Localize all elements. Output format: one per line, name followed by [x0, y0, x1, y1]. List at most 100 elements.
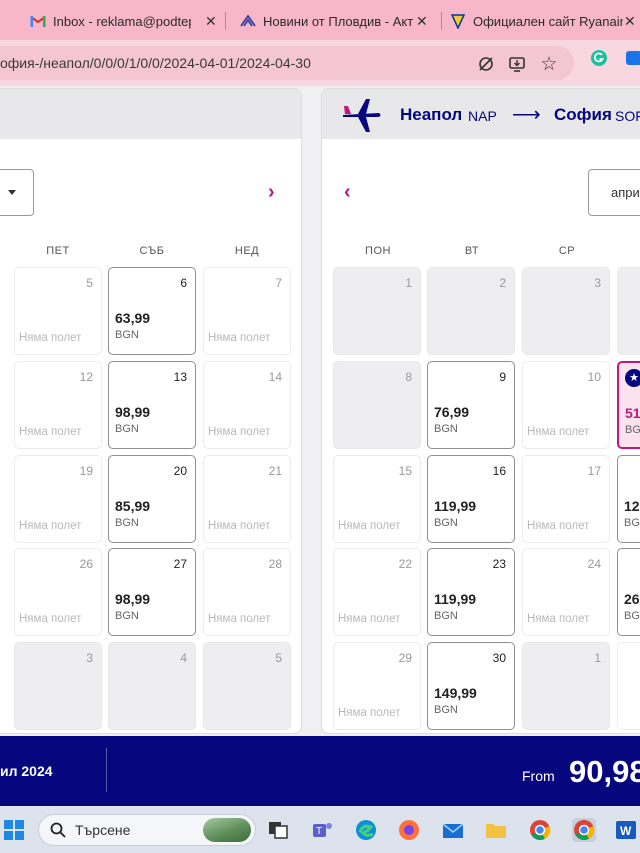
tab-title: Inbox - reklama@podtepeto: [53, 13, 191, 29]
calendar-day-cell[interactable]: 20 85,99 BGN: [108, 455, 196, 543]
file-explorer-icon[interactable]: [484, 818, 508, 842]
total-price: 90,98: [569, 754, 640, 789]
edge-icon[interactable]: [354, 818, 378, 842]
day-number: 16: [492, 464, 506, 478]
calendar-day-cell[interactable]: 26 BG: [617, 548, 640, 636]
firefox-icon[interactable]: [397, 818, 421, 842]
calendar-day-cell[interactable]: 9 76,99 BGN: [427, 361, 515, 449]
fare-price: 26: [624, 591, 640, 607]
chrome-profile-icon[interactable]: [572, 818, 596, 842]
tab-ryanair[interactable]: Официален сайт Ryanair | R ✕: [446, 8, 640, 34]
fare-currency: BG: [624, 517, 640, 529]
calendar-day-cell[interactable]: 12 BG: [617, 455, 640, 543]
fare-currency: BG: [624, 610, 640, 622]
close-tab-icon[interactable]: ✕: [624, 13, 636, 30]
calendar-day-cell[interactable]: 23 119,99 BGN: [427, 548, 515, 636]
destination-city: София: [554, 105, 612, 124]
fare-price: 76,99: [434, 404, 470, 420]
address-bar[interactable]: офия-/неапол/0/0/0/1/0/0/2024-04-01/2024…: [0, 46, 574, 80]
month-select-value: април: [611, 185, 640, 200]
search-placeholder: Търсене: [75, 822, 131, 838]
windows-start-icon[interactable]: [2, 818, 26, 842]
calendar-day-cell: 1: [333, 267, 421, 355]
chrome-icon[interactable]: [528, 818, 552, 842]
star-badge-icon: ★: [625, 369, 640, 387]
no-flight-label: Няма полет: [338, 613, 401, 625]
close-tab-icon[interactable]: ✕: [205, 13, 217, 30]
weekday-label: ПОН: [365, 245, 391, 257]
mail-icon[interactable]: [441, 818, 465, 842]
day-number: 13: [173, 370, 187, 384]
tab-gmail[interactable]: Inbox - reklama@podtepeto ✕: [0, 8, 222, 34]
fare-price: 85,99: [115, 498, 151, 514]
next-month-arrow[interactable]: ›: [268, 181, 275, 204]
booking-summary-bar: ил 2024 From 90,98: [0, 736, 640, 806]
day-number: 7: [275, 276, 282, 290]
divider: [106, 748, 107, 792]
close-tab-icon[interactable]: ✕: [416, 13, 428, 30]
install-app-icon[interactable]: [507, 54, 527, 74]
taskbar-search-box[interactable]: Търсене: [38, 814, 256, 846]
calendar-day-cell[interactable]: 13 98,99 BGN: [108, 361, 196, 449]
url-text[interactable]: офия-/неапол/0/0/0/1/0/0/2024-04-01/2024…: [0, 55, 311, 71]
bookmark-star-icon[interactable]: ☆: [539, 54, 559, 75]
tracking-blocked-icon[interactable]: [476, 54, 496, 74]
calendar-day-cell[interactable]: 16 119,99 BGN: [427, 455, 515, 543]
search-highlight-image: [203, 818, 251, 842]
fare-currency: BGN: [115, 610, 139, 622]
day-number: 9: [499, 370, 506, 384]
calendar-day-cell: 17 Няма полет: [522, 455, 610, 543]
news-icon: [240, 13, 256, 29]
arrow-right-icon: ⟶: [512, 104, 541, 126]
day-number: 17: [587, 464, 601, 478]
calendar-day-cell[interactable]: ★ 51 BG: [617, 361, 640, 449]
tab-news[interactable]: Новини от Пловдив - Актуа ✕: [232, 8, 442, 34]
calendar-day-cell: 5 Няма полет: [14, 267, 102, 355]
calendar-panel-outbound: › ПЕТ СЪБ НЕД 5 Няма полет 6 63,99 BGN 7 Няма …: [0, 88, 302, 734]
calendar-day-cell[interactable]: 27 98,99 BGN: [108, 548, 196, 636]
prev-month-arrow[interactable]: ‹: [344, 181, 351, 204]
day-number: 4: [180, 651, 187, 665]
no-flight-label: Няма полет: [19, 426, 82, 438]
day-number: 5: [86, 276, 93, 290]
grammarly-icon[interactable]: [589, 48, 609, 68]
calendar-day-cell: 14 Няма полет: [203, 361, 291, 449]
day-number: 15: [398, 464, 412, 478]
fare-price: 149,99: [434, 685, 477, 701]
extension-icon[interactable]: [624, 48, 640, 68]
day-number: 6: [180, 276, 187, 290]
destination-code: SOF: [615, 108, 640, 124]
no-flight-label: Няма полет: [208, 426, 271, 438]
day-number: 10: [587, 370, 601, 384]
day-number: 1: [405, 276, 412, 290]
fare-price: 12: [624, 498, 640, 514]
month-dropdown[interactable]: [0, 169, 34, 216]
svg-text:W: W: [620, 824, 632, 838]
calendar-day-cell[interactable]: 30 149,99 BGN: [427, 642, 515, 730]
task-view-icon[interactable]: [266, 818, 290, 842]
day-number: 29: [398, 651, 412, 665]
no-flight-label: Няма полет: [19, 332, 82, 344]
calendar-day-cell: 29 Няма полет: [333, 642, 421, 730]
word-icon[interactable]: W: [614, 818, 638, 842]
fare-price: 63,99: [115, 310, 151, 326]
no-flight-label: Няма полет: [208, 332, 271, 344]
calendar-day-cell: 8: [333, 361, 421, 449]
from-label: From: [522, 768, 555, 784]
day-number: 22: [398, 557, 412, 571]
chevron-down-icon: [8, 190, 16, 195]
no-flight-label: Няма полет: [19, 613, 82, 625]
origin-code: NAP: [468, 108, 497, 124]
month-dropdown[interactable]: април: [588, 169, 640, 216]
no-flight-label: Няма полет: [527, 613, 590, 625]
calendar-day-cell[interactable]: 6 63,99 BGN: [108, 267, 196, 355]
calendar-day-cell: 26 Няма полет: [14, 548, 102, 636]
panel-header: Неапол NAP ⟶ София SOF: [322, 89, 640, 139]
fare-price: 51: [625, 405, 640, 421]
fare-currency: BGN: [115, 423, 139, 435]
calendar-day-cell: [617, 642, 640, 730]
no-flight-label: Няма полет: [338, 707, 401, 719]
tab-title: Новини от Пловдив - Актуа: [263, 13, 413, 29]
calendar-day-cell: 7 Няма полет: [203, 267, 291, 355]
teams-icon[interactable]: T: [311, 818, 335, 842]
